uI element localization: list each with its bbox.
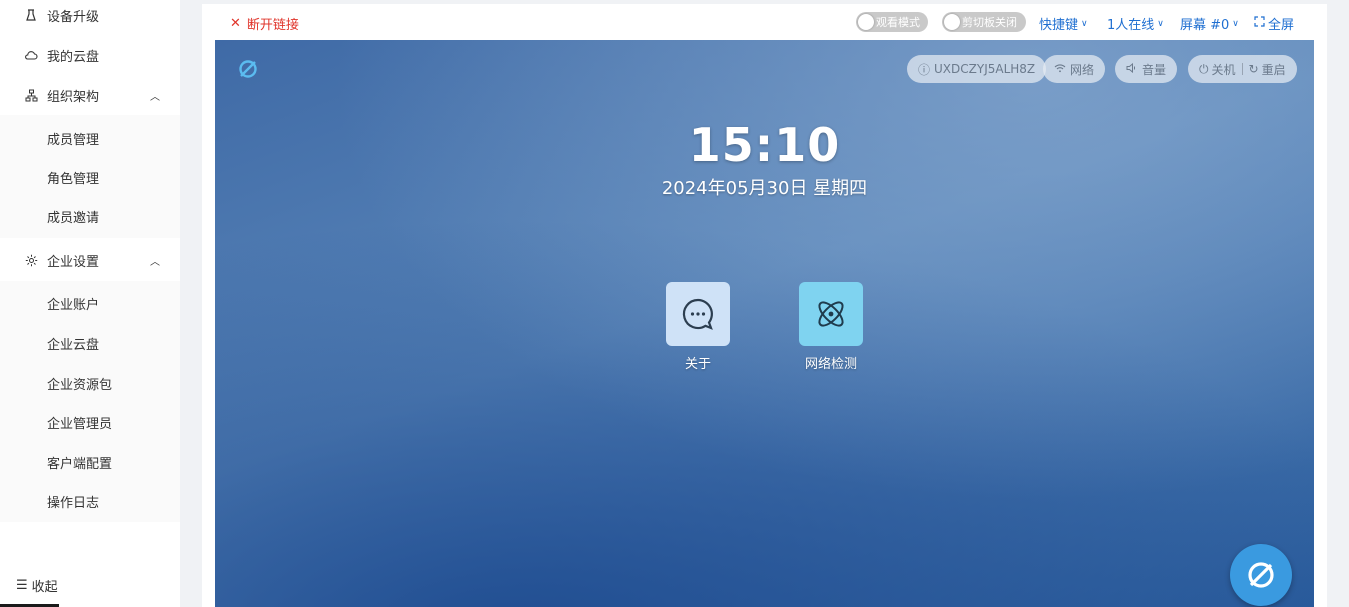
sidebar-item-label: 企业云盘 — [47, 337, 100, 353]
sidebar-item-admins[interactable]: 企业管理员 — [0, 402, 180, 442]
divider — [1241, 63, 1243, 75]
chevron-down-icon: ∨ — [1157, 18, 1164, 29]
app-label: 网络检测 — [804, 357, 857, 372]
sidebar-item-members[interactable]: 成员管理 — [0, 118, 180, 158]
collapse-button[interactable]: ☰ 收起 — [16, 576, 58, 595]
sidebar-item-my-cloud[interactable]: 我的云盘 — [0, 35, 180, 75]
sidebar-item-label: 成员邀请 — [47, 210, 100, 226]
fullscreen-button[interactable]: 全屏 — [1254, 14, 1294, 33]
sidebar-item-label: 我的云盘 — [47, 49, 100, 65]
disconnect-label: 断开链接 — [246, 18, 299, 33]
remote-desktop[interactable]: ⓘ UXDCZYJ5ALH8Z 网络 音量 ⏻ 关机 ↻ 重启 15:10 20… — [215, 40, 1314, 607]
wifi-icon — [1054, 62, 1066, 76]
clipboard-label: 剪切板关闭 — [962, 16, 1017, 29]
app-network-check[interactable]: 网络检测 — [799, 282, 863, 372]
close-icon: ✕ — [230, 16, 241, 31]
sidebar-item-org[interactable]: 组织架构 ︿ — [0, 75, 180, 115]
app-label: 关于 — [684, 357, 711, 372]
restart-button[interactable]: ↻ 重启 — [1249, 61, 1286, 78]
power-icon: ⏻ — [1199, 61, 1209, 76]
toggle-knob — [944, 14, 960, 30]
screen-label: 屏幕 #0 — [1180, 18, 1230, 33]
sidebar-item-label: 设备升级 — [47, 9, 100, 25]
sidebar-item-enterprise-cloud[interactable]: 企业云盘 — [0, 323, 180, 363]
sidebar-item-label: 成员管理 — [47, 132, 100, 148]
sidebar-item-label: 企业管理员 — [47, 416, 113, 432]
sidebar-item-label: 角色管理 — [47, 171, 100, 187]
sidebar-item-label: 组织架构 — [47, 89, 100, 105]
clipboard-toggle[interactable]: 剪切板关闭 — [942, 12, 1026, 32]
shutdown-label: 关机 — [1211, 62, 1236, 77]
chevron-down-icon: ∨ — [1232, 18, 1239, 29]
volume-button[interactable]: 音量 — [1115, 55, 1178, 83]
app-about[interactable]: 关于 — [666, 282, 730, 372]
desktop-clock: 15:10 — [688, 118, 841, 172]
brand-logo-icon — [1248, 562, 1274, 588]
network-button[interactable]: 网络 — [1043, 55, 1106, 83]
chevron-up-icon: ︿ — [150, 256, 160, 268]
online-label: 1人在线 — [1107, 18, 1155, 33]
gear-icon — [24, 253, 38, 267]
chevron-up-icon: ︿ — [150, 91, 160, 103]
fullscreen-icon — [1254, 16, 1265, 31]
shutdown-button[interactable]: ⏻ 关机 — [1199, 61, 1236, 78]
restart-icon: ↻ — [1248, 62, 1259, 76]
view-mode-toggle[interactable]: 观看模式 — [856, 12, 928, 32]
upgrade-icon — [24, 8, 38, 22]
sidebar-item-enterprise-account[interactable]: 企业账户 — [0, 283, 180, 323]
toggle-knob — [858, 14, 874, 30]
device-id: UXDCZYJ5ALH8Z — [934, 62, 1036, 76]
sidebar-item-label: 操作日志 — [47, 495, 100, 511]
shortcut-label: 快捷键 — [1039, 18, 1079, 33]
sidebar-item-label: 企业账户 — [47, 297, 100, 313]
sidebar-item-client-config[interactable]: 客户端配置 — [0, 442, 180, 482]
sidebar: 设备升级 我的云盘 组织架构 ︿ 成员管理 角色管理 成员邀请 企业设置 ︿ 企… — [0, 0, 180, 607]
online-users-dropdown[interactable]: 1人在线 ∨ — [1107, 14, 1164, 33]
fullscreen-label: 全屏 — [1268, 18, 1295, 33]
device-id-badge[interactable]: ⓘ UXDCZYJ5ALH8Z — [907, 55, 1047, 83]
cloud-icon — [24, 48, 38, 62]
disconnect-button[interactable]: ✕ 断开链接 — [230, 14, 299, 33]
sidebar-item-resource-pack[interactable]: 企业资源包 — [0, 363, 180, 403]
org-icon — [24, 88, 38, 102]
sidebar-item-label: 企业资源包 — [47, 377, 113, 393]
app-tile — [666, 282, 730, 346]
network-label: 网络 — [1070, 62, 1095, 77]
desktop-date: 2024年05月30日 星期四 — [661, 178, 868, 199]
sidebar-item-operation-log[interactable]: 操作日志 — [0, 481, 180, 521]
power-controls: ⏻ 关机 ↻ 重启 — [1188, 55, 1297, 83]
app-tile — [799, 282, 863, 346]
atom-icon — [818, 301, 844, 327]
sidebar-item-enterprise-settings[interactable]: 企业设置 ︿ — [0, 240, 180, 280]
sidebar-item-roles[interactable]: 角色管理 — [0, 157, 180, 197]
chevron-down-icon: ∨ — [1081, 18, 1088, 29]
info-icon: ⓘ — [918, 62, 931, 77]
collapse-label: 收起 — [31, 580, 58, 595]
brand-logo-icon — [237, 58, 259, 80]
view-mode-label: 观看模式 — [876, 16, 920, 29]
floating-brand-button[interactable] — [1230, 544, 1292, 606]
chat-bubble-icon — [682, 298, 713, 330]
sidebar-item-label: 企业设置 — [47, 254, 100, 270]
speaker-icon — [1126, 62, 1138, 76]
sidebar-item-invite[interactable]: 成员邀请 — [0, 196, 180, 236]
collapse-icon: ☰ — [16, 578, 28, 593]
sidebar-item-label: 客户端配置 — [47, 456, 113, 472]
shortcut-dropdown[interactable]: 快捷键 ∨ — [1039, 14, 1088, 33]
volume-label: 音量 — [1142, 62, 1167, 77]
remote-toolbar: ✕ 断开链接 观看模式 剪切板关闭 快捷键 ∨ 1人在线 ∨ 屏幕 #0 ∨ 全… — [202, 4, 1327, 40]
screen-dropdown[interactable]: 屏幕 #0 ∨ — [1180, 14, 1239, 33]
sidebar-item-device-upgrade[interactable]: 设备升级 — [0, 0, 180, 35]
restart-label: 重启 — [1261, 62, 1286, 77]
